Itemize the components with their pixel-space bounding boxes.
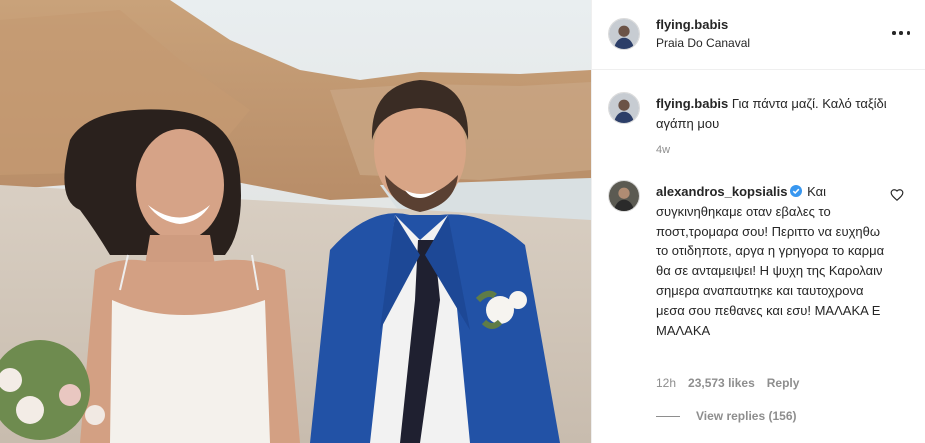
comment-text: alexandros_kopsialis Και συγκινηθηκαμε ο… — [656, 182, 892, 340]
wedding-photo-illustration — [0, 0, 591, 443]
view-replies-label: View replies (156) — [696, 409, 797, 423]
comment-username[interactable]: alexandros_kopsialis — [656, 184, 788, 199]
avatar-image — [609, 19, 639, 49]
heart-outline-icon[interactable] — [890, 188, 904, 202]
comment-body: Και συγκινηθηκαμε οταν εβαλες το ποστ,τρ… — [656, 184, 885, 338]
post-detail-panel: flying.babis Praia Do Canaval flying.bab… — [591, 0, 925, 443]
location-link[interactable]: Praia Do Canaval — [656, 36, 750, 50]
avatar-image — [609, 93, 639, 123]
caption-text: flying.babis Για πάντα μαζί. Καλό ταξίδι… — [656, 94, 906, 134]
avatar[interactable] — [608, 18, 640, 50]
comment-likes[interactable]: 23,573 likes — [688, 376, 755, 390]
commenter-avatar[interactable] — [608, 180, 640, 212]
caption-avatar[interactable] — [608, 92, 640, 124]
verified-badge-icon — [789, 185, 802, 197]
more-horizontal-icon[interactable] — [892, 24, 910, 42]
post-header: flying.babis Praia Do Canaval — [592, 0, 925, 70]
comment-timestamp[interactable]: 12h — [656, 376, 676, 390]
avatar-image — [609, 181, 639, 211]
view-replies-button[interactable]: View replies (156) — [656, 409, 797, 423]
caption-timestamp[interactable]: 4w — [656, 144, 670, 156]
comment-meta: 12h 23,573 likes Reply — [656, 376, 799, 390]
replies-divider-line — [656, 415, 680, 417]
reply-button[interactable]: Reply — [767, 376, 800, 390]
caption-username[interactable]: flying.babis — [656, 96, 728, 111]
header-username[interactable]: flying.babis — [656, 17, 728, 32]
post-photo[interactable] — [0, 0, 591, 443]
